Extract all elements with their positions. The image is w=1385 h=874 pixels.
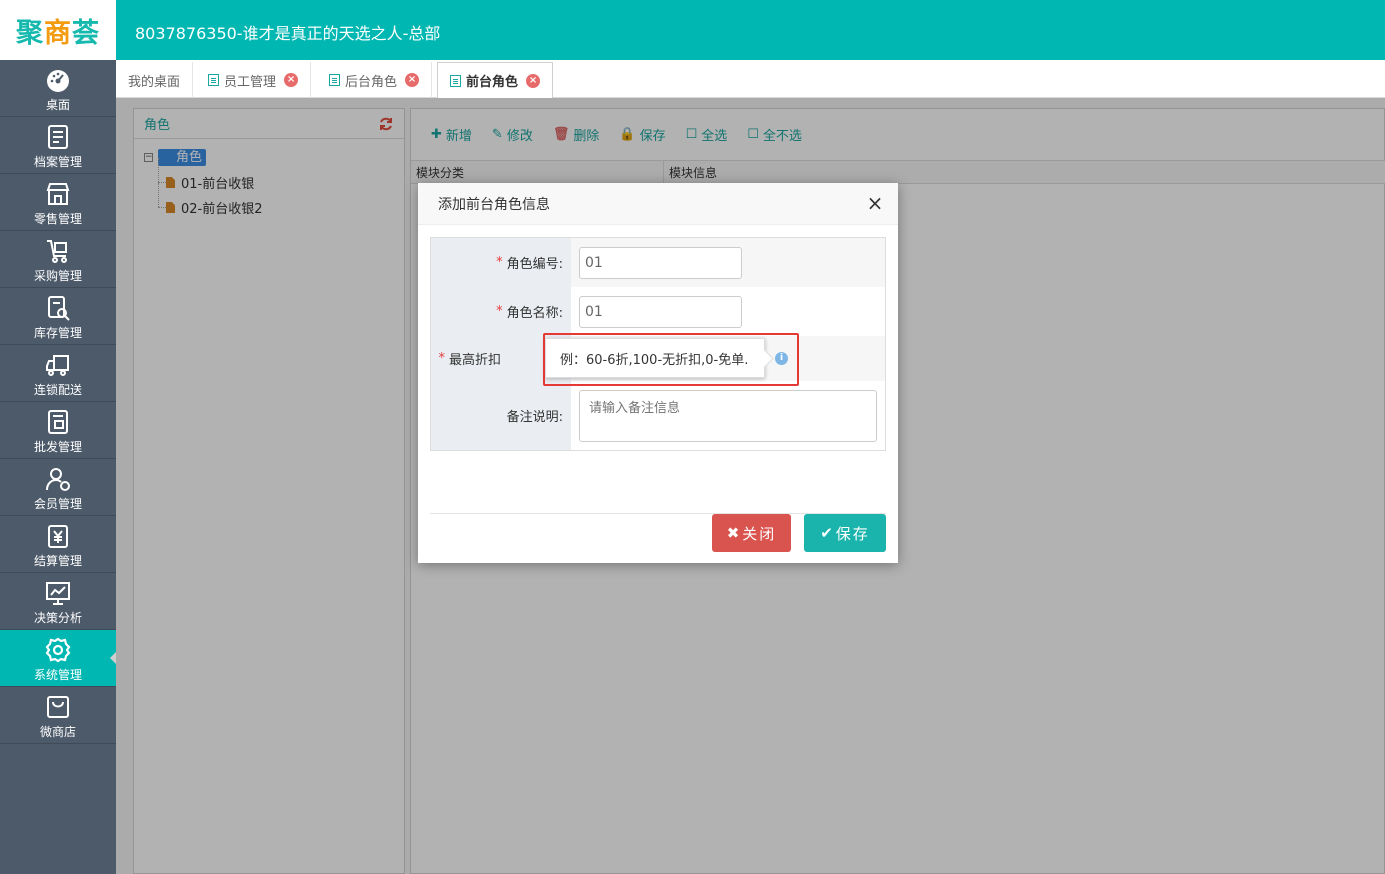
inventory-icon [48,296,70,321]
sidebar-item-distribution[interactable]: 连锁配送 [0,345,116,402]
field-cell [571,287,885,336]
gear-icon [45,637,71,663]
label-text: 角色编号: [506,257,563,272]
wholesale-icon [48,410,68,434]
remark-textarea[interactable] [579,389,877,442]
close-icon[interactable]: × [526,73,541,88]
tab-label: 前台角色 [466,75,519,90]
form-row-remark: 备注说明: [431,381,885,450]
logo-part-2: 商 [44,17,72,49]
close-icon[interactable]: × [866,193,884,213]
list-icon [329,74,340,86]
sidebar-item-label: 连锁配送 [33,383,82,397]
role-name-label: * 角色名称: [431,287,571,336]
sidebar-item-analysis[interactable]: 决策分析 [0,573,116,630]
analysis-icon [46,582,70,605]
save-button[interactable]: ✔ 保存 [804,514,886,552]
archive-icon [48,125,68,149]
logo-part-1: 聚 [16,17,44,49]
list-icon [450,74,461,87]
sidebar-item-micro-shop[interactable]: 微商店 [0,687,116,744]
tab-staff[interactable]: 员工管理 × [196,62,312,98]
sidebar: 桌面 档案管理 零售管理 采购管理 库存管理 连锁配送 批发管理 会员管理 结算… [0,60,116,874]
role-code-label: * 角色编号: [431,238,571,287]
tab-my-desktop[interactable]: 我的桌面 [116,62,194,98]
dashboard-icon [47,70,69,92]
required-mark: * [496,255,503,270]
x-icon: ✖ [726,524,740,542]
highlight-annotation [543,333,799,386]
sidebar-item-retail[interactable]: 零售管理 [0,174,116,231]
sidebar-item-archive[interactable]: 档案管理 [0,117,116,174]
form-row-role-code: * 角色编号: [431,238,885,287]
dialog-title: 添加前台角色信息 [438,196,550,213]
remark-label: 备注说明: [431,381,571,450]
save-button-label: 保存 [835,524,870,543]
label-text: 备注说明: [506,410,563,425]
form-row-role-name: * 角色名称: [431,287,885,336]
tab-label: 我的桌面 [128,74,181,90]
sidebar-item-label: 会员管理 [33,497,82,511]
check-icon: ✔ [820,524,833,542]
field-cell [571,381,885,450]
sidebar-item-label: 微商店 [39,725,76,739]
logo-part-3: 荟 [72,17,100,49]
sidebar-item-label: 采购管理 [33,269,82,283]
sidebar-item-label: 档案管理 [33,155,82,169]
app-logo[interactable]: 聚商荟 [0,0,116,60]
store-icon [46,183,70,205]
sidebar-item-wholesale[interactable]: 批发管理 [0,402,116,459]
top-header: 聚商荟 8037876350-谁才是真正的天选之人-总部 [0,0,1385,60]
sidebar-item-label: 结算管理 [33,554,82,568]
tab-backend-role[interactable]: 后台角色 × [317,62,433,98]
dialog-header: 添加前台角色信息 × [418,183,898,225]
sidebar-item-label: 桌面 [45,98,70,112]
company-title: 8037876350-谁才是真正的天选之人-总部 [135,24,441,43]
cart-icon [47,240,67,263]
tab-label: 员工管理 [224,74,277,90]
close-button[interactable]: ✖ 关闭 [712,514,791,552]
member-icon [46,468,70,491]
role-code-input[interactable] [579,246,742,279]
sidebar-item-settlement[interactable]: 结算管理 [0,516,116,573]
label-text: 最高折扣 [448,353,501,368]
close-button-label: 关闭 [742,524,777,543]
sidebar-item-label: 决策分析 [33,611,82,625]
truck-icon [46,355,69,376]
list-icon [208,74,219,86]
role-name-input[interactable] [579,295,742,328]
tab-frontend-role[interactable]: 前台角色 × [437,62,554,99]
settlement-icon [48,525,68,548]
required-mark: * [438,351,445,366]
sidebar-item-label: 系统管理 [33,668,82,682]
sidebar-item-label: 零售管理 [33,212,82,226]
close-icon[interactable]: × [284,73,299,87]
close-icon[interactable]: × [405,73,420,87]
sidebar-item-label: 批发管理 [33,440,82,454]
shop-bag-icon [47,696,69,718]
sidebar-item-purchase[interactable]: 采购管理 [0,231,116,288]
tab-label: 后台角色 [345,74,398,90]
field-cell [571,238,885,287]
sidebar-item-label: 库存管理 [33,326,82,340]
tab-bar: 我的桌面 员工管理 × 后台角色 × 前台角色 × [116,60,1385,99]
sidebar-item-desktop[interactable]: 桌面 [0,60,116,117]
sidebar-item-inventory[interactable]: 库存管理 [0,288,116,345]
label-text: 角色名称: [506,306,563,321]
sidebar-item-system[interactable]: 系统管理 [0,630,116,687]
sidebar-item-member[interactable]: 会员管理 [0,459,116,516]
required-mark: * [496,304,503,319]
logo-text: 聚商荟 [16,11,100,50]
